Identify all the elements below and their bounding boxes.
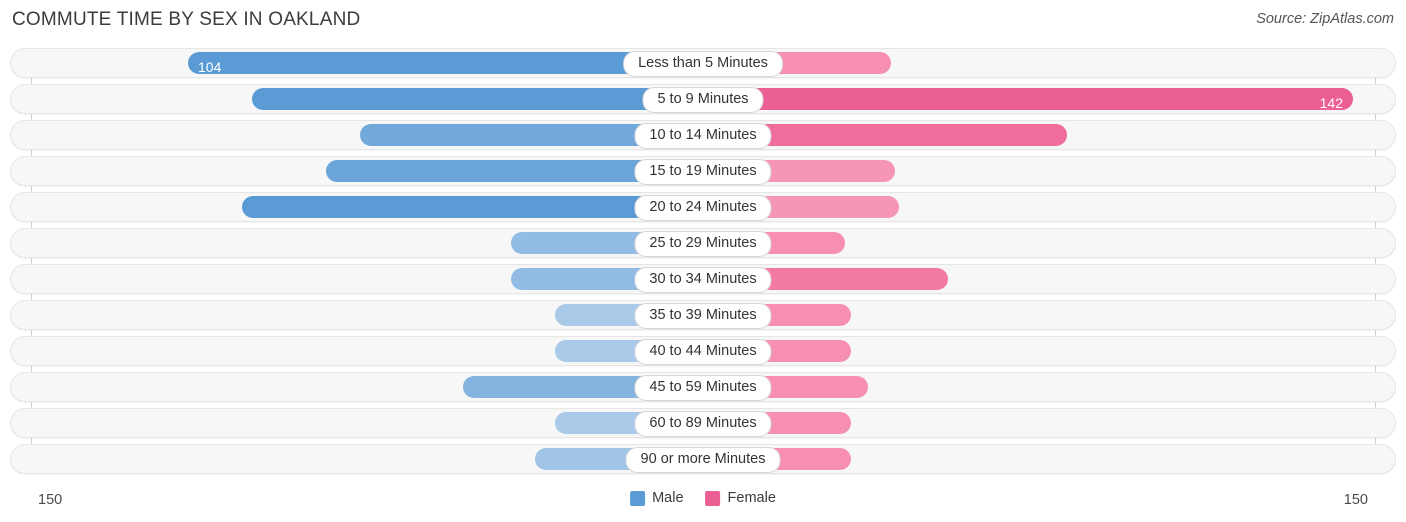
chart-footer: 150 Male Female 150	[0, 482, 1406, 522]
category-label: 15 to 19 Minutes	[634, 159, 772, 185]
bar-row: 5090 or more Minutes	[0, 444, 1406, 474]
chart-legend: Male Female	[630, 490, 776, 506]
bar-row: 25645 to 59 Minutes	[0, 372, 1406, 402]
category-label: 30 to 34 Minutes	[634, 267, 772, 293]
female-color-swatch-icon	[705, 490, 721, 506]
legend-item-male[interactable]: Male	[630, 490, 684, 506]
female-value-label: 142	[1319, 95, 1343, 111]
male-bar[interactable]: 86	[252, 88, 703, 111]
bar-row: 651415 to 19 Minutes	[0, 156, 1406, 186]
page-title: COMMUTE TIME BY SEX IN OAKLAND	[12, 9, 361, 30]
category-label: Less than 5 Minutes	[623, 51, 783, 77]
bar-row: 0035 to 39 Minutes	[0, 300, 1406, 330]
bar-row: 86 142 5 to 9 Minutes	[0, 84, 1406, 114]
bar-row: 0040 to 44 Minutes	[0, 336, 1406, 366]
legend-label-female: Female	[727, 490, 776, 506]
axis-max-left: 150	[38, 492, 63, 508]
category-label: 5 to 9 Minutes	[642, 87, 764, 113]
category-label: 60 to 89 Minutes	[634, 411, 772, 437]
legend-item-female[interactable]: Female	[705, 490, 776, 506]
category-label: 90 or more Minutes	[625, 447, 781, 473]
bar-row: 566110 to 14 Minutes	[0, 120, 1406, 150]
female-bar[interactable]: 142	[703, 88, 1353, 111]
legend-label-male: Male	[652, 490, 684, 506]
bar-row: 13025 to 29 Minutes	[0, 228, 1406, 258]
bar-row: 881520 to 24 Minutes	[0, 192, 1406, 222]
plot-area: 10438Less than 5 Minutes 86 142 5 to 9 Minu…	[0, 48, 1406, 482]
bar-row: 0060 to 89 Minutes	[0, 408, 1406, 438]
category-label: 35 to 39 Minutes	[634, 303, 772, 329]
axis-max-right: 150	[1343, 492, 1368, 508]
bar-rows: 10438Less than 5 Minutes 86 142 5 to 9 Minu…	[0, 48, 1406, 480]
bar-row: 132830 to 34 Minutes	[0, 264, 1406, 294]
category-label: 40 to 44 Minutes	[634, 339, 772, 365]
bar-row: 10438Less than 5 Minutes	[0, 48, 1406, 78]
male-value-label: 104	[198, 59, 222, 75]
category-label: 20 to 24 Minutes	[634, 195, 772, 221]
category-label: 10 to 14 Minutes	[634, 123, 772, 149]
category-label: 25 to 29 Minutes	[634, 231, 772, 257]
male-color-swatch-icon	[630, 490, 646, 506]
commute-time-chart: COMMUTE TIME BY SEX IN OAKLAND Source: Z…	[0, 0, 1406, 522]
source-attribution: Source: ZipAtlas.com	[1256, 11, 1394, 27]
chart-header: COMMUTE TIME BY SEX IN OAKLAND Source: Z…	[0, 0, 1406, 42]
category-label: 45 to 59 Minutes	[634, 375, 772, 401]
